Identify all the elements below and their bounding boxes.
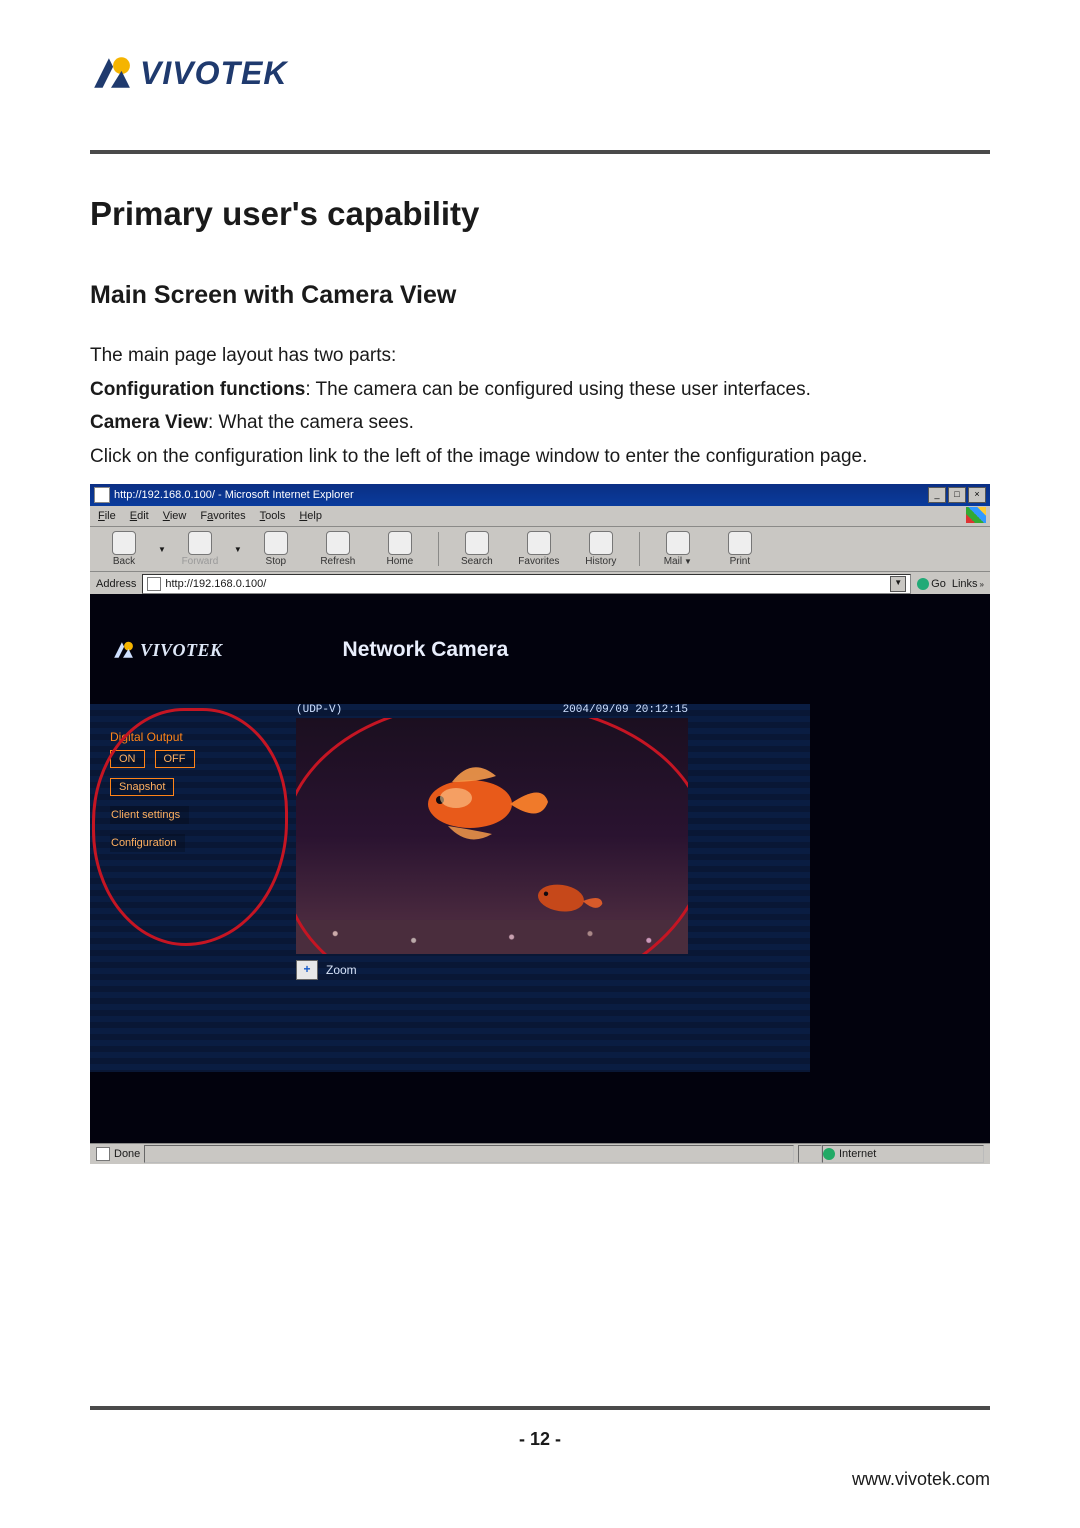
menu-view[interactable]: View — [163, 510, 187, 522]
document-body: Primary user's capability Main Screen wi… — [90, 195, 990, 1164]
para-click: Click on the configuration link to the l… — [90, 443, 990, 471]
label-digital-output: Digital Output — [110, 730, 272, 744]
camera-video-frame — [296, 718, 688, 954]
page-number: - 12 - — [0, 1429, 1080, 1450]
menu-file[interactable]: File — [98, 510, 116, 522]
configuration-link[interactable]: Configuration — [110, 834, 185, 852]
snapshot-button[interactable]: Snapshot — [110, 778, 174, 796]
brand-logo-text: VIVOTEK — [140, 55, 287, 92]
address-label: Address — [96, 578, 136, 590]
ie-window-title: http://192.168.0.100/ - Microsoft Intern… — [114, 489, 354, 501]
goldfish-small — [514, 864, 609, 933]
home-icon — [388, 531, 412, 555]
camera-page-logo-icon — [112, 639, 134, 661]
header-rule — [90, 150, 990, 154]
forward-dropdown-icon[interactable]: ▼ — [234, 545, 242, 554]
goldfish-large — [392, 752, 552, 857]
ie-status-bar: Done Internet — [90, 1143, 990, 1164]
status-done-text: Done — [114, 1148, 140, 1160]
video-gravel — [296, 920, 688, 954]
footer-url: www.vivotek.com — [852, 1469, 990, 1490]
ie-throbber-icon — [966, 507, 986, 523]
address-value: http://192.168.0.100/ — [165, 578, 266, 590]
back-dropdown-icon[interactable]: ▼ — [158, 545, 166, 554]
toolbar-refresh[interactable]: Refresh — [310, 531, 366, 567]
toolbar-divider-2 — [639, 532, 640, 566]
camera-page-brand: VIVOTEK — [140, 640, 223, 661]
ie-screenshot: http://192.168.0.100/ - Microsoft Intern… — [90, 484, 990, 1164]
stop-icon — [264, 531, 288, 555]
status-zone-text: Internet — [839, 1148, 876, 1160]
camera-page-logo: VIVOTEK — [112, 639, 223, 661]
toolbar-search[interactable]: Search — [449, 531, 505, 567]
address-dropdown-icon[interactable]: ▼ — [890, 576, 906, 592]
history-icon — [589, 531, 613, 555]
maximize-button[interactable]: □ — [948, 487, 966, 503]
mail-icon — [666, 531, 690, 555]
camera-side-panel: Digital Output ON OFF Snapshot Client se… — [104, 724, 272, 862]
ie-toolbar: Back ▼ Forward ▼ Stop Refresh Home Searc… — [90, 527, 990, 572]
back-icon — [112, 531, 136, 555]
zoom-in-button[interactable]: + — [296, 960, 318, 980]
toolbar-forward[interactable]: Forward — [172, 531, 228, 567]
zoom-label: Zoom — [326, 963, 357, 977]
footer-rule — [90, 1406, 990, 1410]
digital-output-on-button[interactable]: ON — [110, 750, 145, 768]
brand-logo: VIVOTEK — [90, 52, 287, 94]
ie-content-area: VIVOTEK Network Camera Digital Output ON… — [90, 594, 990, 1144]
camera-video-area: (UDP-V) 2004/09/09 20:12:15 — [296, 704, 688, 980]
toolbar-print[interactable]: Print — [712, 531, 768, 567]
ie-app-icon — [94, 487, 110, 503]
camera-page-header: VIVOTEK Network Camera — [90, 614, 990, 686]
close-button[interactable]: × — [968, 487, 986, 503]
forward-icon — [188, 531, 212, 555]
toolbar-home[interactable]: Home — [372, 531, 428, 567]
camera-page-body: Digital Output ON OFF Snapshot Client se… — [90, 704, 810, 1072]
para-config: Configuration functions: The camera can … — [90, 376, 990, 404]
toolbar-history[interactable]: History — [573, 531, 629, 567]
menu-tools[interactable]: Tools — [260, 510, 286, 522]
stream-timestamp: 2004/09/09 20:12:15 — [563, 704, 688, 716]
links-button[interactable]: Links» — [952, 578, 984, 590]
toolbar-divider — [438, 532, 439, 566]
page-icon — [147, 577, 161, 591]
ie-menu-bar: File Edit View Favorites Tools Help — [90, 506, 990, 527]
brand-logo-icon — [90, 52, 132, 94]
manual-page: VIVOTEK Primary user's capability Main S… — [0, 0, 1080, 1528]
search-icon — [465, 531, 489, 555]
toolbar-favorites[interactable]: Favorites — [511, 531, 567, 567]
go-icon — [917, 578, 929, 590]
toolbar-stop[interactable]: Stop — [248, 531, 304, 567]
zoom-controls: + Zoom — [296, 960, 688, 980]
camera-page-title: Network Camera — [343, 638, 990, 662]
label-camera-view: Camera View — [90, 412, 208, 433]
label-config-functions: Configuration functions — [90, 379, 305, 400]
heading-main-screen: Main Screen with Camera View — [90, 281, 990, 310]
heading-primary: Primary user's capability — [90, 195, 990, 233]
menu-edit[interactable]: Edit — [130, 510, 149, 522]
favorites-icon — [527, 531, 551, 555]
para-intro: The main page layout has two parts: — [90, 342, 990, 370]
address-input[interactable]: http://192.168.0.100/ ▼ — [142, 574, 911, 594]
client-settings-link[interactable]: Client settings — [110, 806, 189, 824]
toolbar-mail[interactable]: Mail▼ — [650, 531, 706, 567]
stream-protocol: (UDP-V) — [296, 704, 342, 716]
links-chevron-icon: » — [980, 580, 984, 589]
internet-zone-icon — [823, 1148, 835, 1160]
status-page-icon — [96, 1147, 110, 1161]
menu-favorites[interactable]: Favorites — [200, 510, 245, 522]
refresh-icon — [326, 531, 350, 555]
menu-help[interactable]: Help — [299, 510, 322, 522]
go-button[interactable]: Go — [917, 578, 946, 590]
toolbar-back[interactable]: Back — [96, 531, 152, 567]
ie-titlebar: http://192.168.0.100/ - Microsoft Intern… — [90, 484, 990, 506]
digital-output-off-button[interactable]: OFF — [155, 750, 195, 768]
minimize-button[interactable]: _ — [928, 487, 946, 503]
print-icon — [728, 531, 752, 555]
para-camera-view: Camera View: What the camera sees. — [90, 409, 990, 437]
